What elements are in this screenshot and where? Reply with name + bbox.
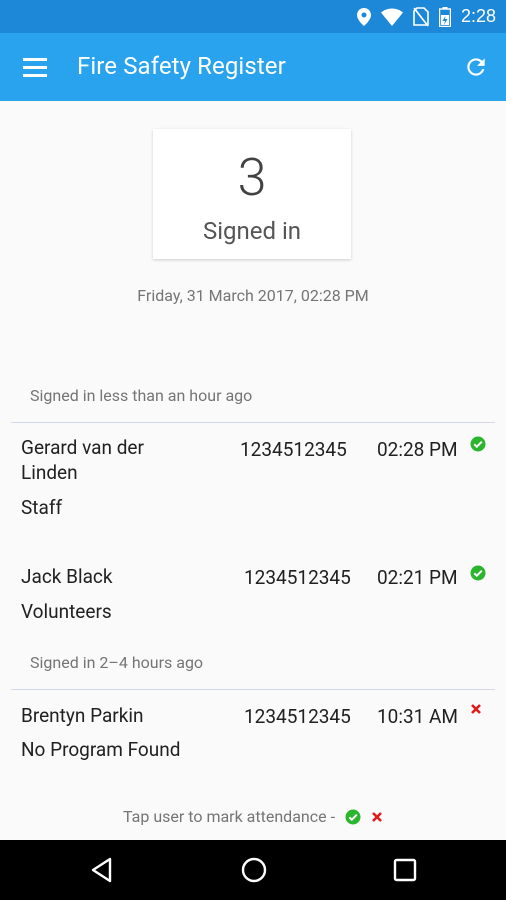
back-button[interactable] xyxy=(86,854,118,886)
home-icon xyxy=(241,857,267,883)
app-title: Fire Safety Register xyxy=(77,52,286,80)
attendee-program: No Program Found xyxy=(21,738,181,761)
check-icon xyxy=(470,565,486,581)
back-icon xyxy=(91,857,112,883)
attendee-program: Staff xyxy=(21,496,63,519)
home-button[interactable] xyxy=(238,854,270,886)
main-content: 3 Signed in Friday, 31 March 2017, 02:28… xyxy=(0,101,506,840)
menu-button[interactable] xyxy=(20,54,52,82)
attendee-phone: 1234512345 xyxy=(244,705,351,728)
cross-icon xyxy=(372,811,382,822)
signed-in-count: 3 xyxy=(237,147,267,208)
attendee-row[interactable]: Jack Black Volunteers 1234512345 02:21 P… xyxy=(0,556,506,636)
recents-button[interactable] xyxy=(389,854,421,886)
cross-icon xyxy=(471,704,481,714)
check-icon xyxy=(470,436,486,452)
attendee-phone: 1234512345 xyxy=(240,438,347,461)
battery-icon xyxy=(438,6,451,27)
attendee-time: 10:31 AM xyxy=(377,705,459,728)
location-icon xyxy=(356,7,371,26)
attendance-hint: Tap user to mark attendance - xyxy=(0,807,506,826)
system-nav-bar xyxy=(0,840,506,900)
menu-icon xyxy=(23,58,47,77)
refresh-icon xyxy=(467,58,485,76)
attendee-phone: 1234512345 xyxy=(244,566,351,589)
divider xyxy=(11,422,495,423)
signed-in-count-card: 3 Signed in xyxy=(153,129,351,259)
attendee-program: Volunteers xyxy=(21,600,112,623)
attendee-name: Gerard van der xyxy=(21,436,144,459)
wifi-icon xyxy=(380,8,403,26)
app-bar: Fire Safety Register xyxy=(0,33,506,101)
divider xyxy=(11,689,495,690)
attendee-name-line2: Linden xyxy=(21,461,78,484)
recents-icon xyxy=(393,858,417,882)
no-sim-icon xyxy=(413,6,429,26)
refresh-button[interactable] xyxy=(462,53,490,81)
attendance-hint-text: Tap user to mark attendance - xyxy=(123,807,335,826)
check-icon xyxy=(345,809,361,824)
group-header: Signed in less than an hour ago xyxy=(30,386,253,405)
attendee-time: 02:21 PM xyxy=(377,566,458,589)
attendee-name: Jack Black xyxy=(21,565,113,588)
attendee-time: 02:28 PM xyxy=(377,438,458,461)
signed-in-label: Signed in xyxy=(202,217,302,245)
status-time: 2:28 xyxy=(460,6,496,26)
status-bar: 2:28 xyxy=(0,0,506,33)
attendee-name: Brentyn Parkin xyxy=(21,704,144,727)
attendee-row[interactable]: Brentyn Parkin No Program Found 12345123… xyxy=(0,695,506,775)
group-header: Signed in 2–4 hours ago xyxy=(30,653,204,672)
current-datetime: Friday, 31 March 2017, 02:28 PM xyxy=(137,286,369,305)
attendee-row[interactable]: Gerard van der Linden Staff 1234512345 0… xyxy=(0,426,506,526)
